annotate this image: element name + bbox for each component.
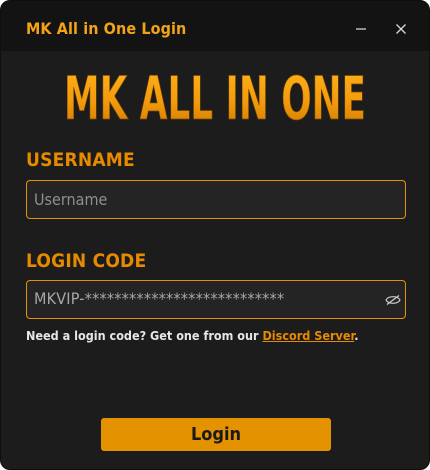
login-code-value: MKVIP-*************************** — [34, 289, 285, 308]
minimize-icon — [356, 28, 366, 30]
logo-wordmark: MK ALL IN ONE — [64, 64, 367, 133]
brand-logo: MK ALL IN ONE — [1, 55, 429, 133]
login-code-field[interactable]: MKVIP-*************************** — [26, 280, 406, 319]
toggle-visibility-button[interactable] — [382, 289, 404, 311]
login-window: MK All in One Login MK ALL IN ONE USERNA… — [0, 0, 430, 470]
help-text-prefix: Need a login code? Get one from our — [26, 328, 263, 343]
help-text-suffix: . — [354, 328, 359, 343]
username-input[interactable] — [27, 181, 405, 218]
logo-text: MK ALL IN ONE — [64, 64, 366, 133]
username-label: USERNAME — [26, 149, 135, 171]
eye-hidden-icon — [385, 295, 401, 305]
window-title: MK All in One Login — [26, 19, 187, 38]
username-field-box — [26, 180, 406, 219]
close-icon — [396, 24, 406, 34]
help-text: Need a login code? Get one from our Disc… — [26, 328, 359, 344]
close-button[interactable] — [389, 17, 413, 41]
minimize-button[interactable] — [349, 17, 373, 41]
login-button[interactable]: Login — [101, 418, 331, 451]
discord-server-link[interactable]: Discord Server — [262, 328, 354, 343]
title-bar[interactable]: MK All in One Login — [1, 1, 429, 51]
login-code-label: LOGIN CODE — [26, 250, 147, 272]
